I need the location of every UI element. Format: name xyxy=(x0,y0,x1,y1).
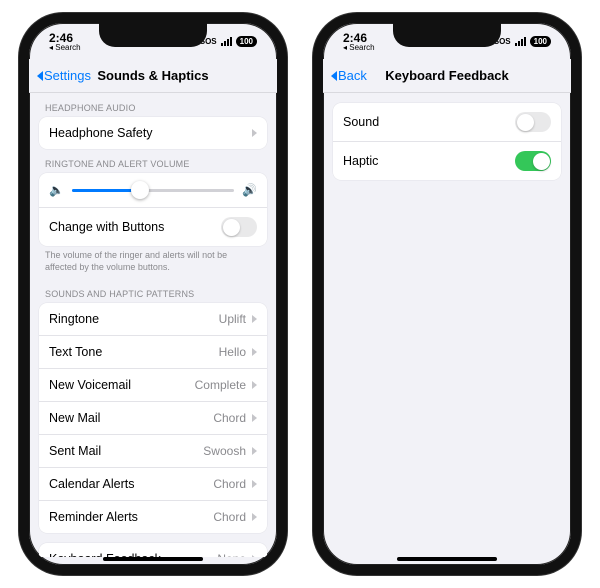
section-header-headphone-audio: HEADPHONE AUDIO xyxy=(39,93,267,117)
chevron-right-icon xyxy=(252,315,257,323)
row-sent-mail[interactable]: Sent MailSwoosh xyxy=(39,434,267,467)
chevron-right-icon xyxy=(252,414,257,422)
group-ringtone-volume: 🔈 🔊 Change with Buttons xyxy=(39,173,267,246)
group-keyboard: Keyboard Feedback None Lock Sound xyxy=(39,543,267,557)
phone-right: 2:46 ◂ Search SOS 100 Back Keyboard Feed… xyxy=(313,13,581,575)
chevron-right-icon xyxy=(252,348,257,356)
group-patterns: RingtoneUplift Text ToneHello New Voicem… xyxy=(39,303,267,533)
notch xyxy=(393,23,501,47)
signal-icon xyxy=(515,37,526,46)
group-keyboard-feedback: Sound Haptic xyxy=(333,103,561,180)
section-header-ringtone-volume: RINGTONE AND ALERT VOLUME xyxy=(39,149,267,173)
row-new-voicemail[interactable]: New VoicemailComplete xyxy=(39,368,267,401)
volume-low-icon: 🔈 xyxy=(49,183,64,197)
toggle-change-with-buttons[interactable] xyxy=(221,217,257,237)
nav-bar: Back Keyboard Feedback xyxy=(323,59,571,93)
volume-slider[interactable] xyxy=(72,189,234,192)
row-reminder-alerts[interactable]: Reminder AlertsChord xyxy=(39,500,267,533)
chevron-left-icon xyxy=(331,71,337,81)
breadcrumb-search[interactable]: ◂ Search xyxy=(343,43,375,52)
back-label: Settings xyxy=(44,68,91,83)
row-new-mail[interactable]: New MailChord xyxy=(39,401,267,434)
back-button[interactable]: Back xyxy=(331,68,367,83)
settings-scroll[interactable]: HEADPHONE AUDIO Headphone Safety RINGTON… xyxy=(29,93,277,557)
chevron-right-icon xyxy=(252,129,257,137)
chevron-left-icon xyxy=(37,71,43,81)
section-footer-ringtone-volume: The volume of the ringer and alerts will… xyxy=(39,246,267,279)
home-indicator[interactable] xyxy=(397,557,497,561)
page-title: Sounds & Haptics xyxy=(97,68,208,83)
chevron-right-icon xyxy=(252,447,257,455)
row-calendar-alerts[interactable]: Calendar AlertsChord xyxy=(39,467,267,500)
volume-high-icon: 🔊 xyxy=(242,183,257,197)
notch xyxy=(99,23,207,47)
battery-icon: 100 xyxy=(530,36,551,47)
battery-icon: 100 xyxy=(236,36,257,47)
back-button[interactable]: Settings xyxy=(37,68,91,83)
settings-scroll[interactable]: Sound Haptic xyxy=(323,93,571,557)
nav-bar: Settings Sounds & Haptics xyxy=(29,59,277,93)
breadcrumb-search[interactable]: ◂ Search xyxy=(49,43,81,52)
toggle-haptic[interactable] xyxy=(515,151,551,171)
row-headphone-safety[interactable]: Headphone Safety xyxy=(39,117,267,149)
signal-icon xyxy=(221,37,232,46)
phone-left: 2:46 ◂ Search SOS 100 Settings Sounds & … xyxy=(19,13,287,575)
row-text-tone[interactable]: Text ToneHello xyxy=(39,335,267,368)
chevron-right-icon xyxy=(252,381,257,389)
page-title: Keyboard Feedback xyxy=(385,68,509,83)
row-change-with-buttons[interactable]: Change with Buttons xyxy=(39,207,267,246)
row-volume-slider[interactable]: 🔈 🔊 xyxy=(39,173,267,207)
toggle-sound[interactable] xyxy=(515,112,551,132)
chevron-right-icon xyxy=(252,555,257,557)
row-keyboard-feedback[interactable]: Keyboard Feedback None xyxy=(39,543,267,557)
chevron-right-icon xyxy=(252,480,257,488)
row-sound[interactable]: Sound xyxy=(333,103,561,141)
home-indicator[interactable] xyxy=(103,557,203,561)
row-haptic[interactable]: Haptic xyxy=(333,141,561,180)
section-header-patterns: SOUNDS AND HAPTIC PATTERNS xyxy=(39,279,267,303)
back-label: Back xyxy=(338,68,367,83)
row-ringtone[interactable]: RingtoneUplift xyxy=(39,303,267,335)
chevron-right-icon xyxy=(252,513,257,521)
group-headphone-audio: Headphone Safety xyxy=(39,117,267,149)
